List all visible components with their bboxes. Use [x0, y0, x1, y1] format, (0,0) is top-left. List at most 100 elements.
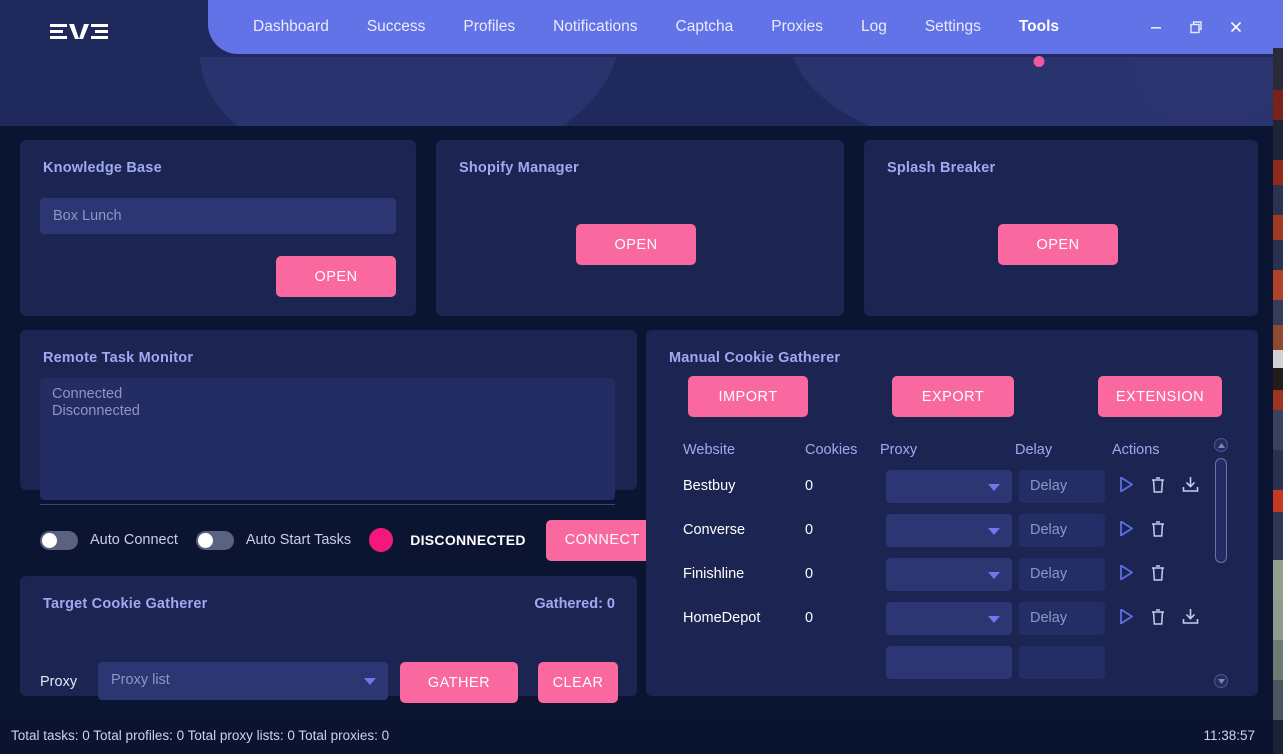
proxy-list-dropdown[interactable]: Proxy list: [98, 662, 388, 700]
nav-label: Tools: [1018, 18, 1060, 35]
header-hero-band: [0, 54, 1273, 126]
table-scrollbar[interactable]: [1212, 438, 1230, 688]
row-delay-input[interactable]: Delay: [1019, 470, 1105, 503]
status-bar: Total tasks: 0 Total profiles: 0 Total p…: [0, 718, 1273, 754]
table-row: [646, 645, 1258, 689]
toggle-knob: [42, 532, 57, 548]
main-navigation: Dashboard Success Profiles Notifications…: [208, 0, 1078, 67]
row-actions: [1116, 517, 1168, 539]
trash-icon[interactable]: [1148, 605, 1168, 627]
export-button[interactable]: EXPORT: [892, 376, 1014, 417]
row-delay-input[interactable]: Delay: [1019, 602, 1105, 635]
play-icon[interactable]: [1116, 561, 1136, 583]
auto-connect-label: Auto Connect: [90, 532, 178, 548]
remote-task-monitor-log[interactable]: Connected Disconnected: [40, 378, 615, 500]
table-row: Converse 0 Delay: [646, 513, 1258, 557]
minimize-icon: [1151, 27, 1161, 29]
clear-button[interactable]: CLEAR: [538, 662, 618, 703]
nav-label: Dashboard: [253, 18, 329, 35]
shopify-manager-open-button[interactable]: OPEN: [576, 224, 696, 265]
scroll-up-button[interactable]: [1214, 438, 1228, 452]
row-delay-input[interactable]: Delay: [1019, 558, 1105, 591]
play-icon[interactable]: [1116, 517, 1136, 539]
manual-cookie-gatherer-title: Manual Cookie Gatherer: [669, 350, 841, 366]
gather-button[interactable]: GATHER: [400, 662, 518, 703]
nav-label: Settings: [924, 18, 981, 35]
cell-website: Converse: [683, 522, 746, 538]
nav-label: Profiles: [463, 18, 516, 35]
cell-website: HomeDepot: [683, 610, 761, 626]
row-proxy-dropdown[interactable]: [886, 514, 1012, 547]
cell-website: Finishline: [683, 566, 745, 582]
auto-connect-toggle[interactable]: [40, 530, 78, 550]
knowledge-base-open-button[interactable]: OPEN: [276, 256, 396, 297]
connection-status-dot: [369, 528, 394, 552]
import-button[interactable]: IMPORT: [688, 376, 808, 417]
restore-icon: [1190, 21, 1202, 34]
column-header-cookies: Cookies: [805, 442, 858, 458]
proxy-label: Proxy: [40, 674, 78, 690]
auto-start-tasks-toggle[interactable]: [195, 530, 234, 550]
nav-item-tools[interactable]: Tools: [1000, 0, 1078, 67]
chevron-down-icon: [988, 483, 1000, 491]
cell-cookies: 0: [805, 522, 814, 538]
scrollbar-thumb[interactable]: [1215, 458, 1227, 563]
splash-breaker-title: Splash Breaker: [887, 160, 996, 176]
row-proxy-dropdown[interactable]: [886, 602, 1012, 635]
main-content: Knowledge Base OPEN Shopify Manager OPEN…: [0, 126, 1273, 718]
trash-icon[interactable]: [1148, 517, 1168, 539]
nav-item-settings[interactable]: Settings: [906, 0, 1000, 54]
row-proxy-dropdown[interactable]: [886, 470, 1012, 503]
knowledge-base-search-input[interactable]: [40, 198, 396, 234]
restore-button[interactable]: [1183, 14, 1209, 40]
nav-item-dashboard[interactable]: Dashboard: [234, 0, 348, 54]
column-header-delay: Delay: [1015, 442, 1053, 458]
app-window: Dashboard Success Profiles Notifications…: [0, 0, 1283, 754]
row-actions: [1116, 605, 1200, 627]
nav-item-log[interactable]: Log: [842, 0, 906, 54]
row-delay-input[interactable]: Delay: [1019, 514, 1105, 547]
nav-item-proxies[interactable]: Proxies: [752, 0, 842, 54]
chevron-down-icon: [364, 678, 376, 685]
splash-breaker-open-button[interactable]: OPEN: [998, 224, 1118, 265]
row-actions: [1116, 473, 1200, 495]
nav-item-success[interactable]: Success: [348, 0, 445, 54]
toggle-knob: [197, 532, 213, 548]
row-proxy-dropdown[interactable]: [886, 558, 1012, 591]
nav-item-captcha[interactable]: Captcha: [657, 0, 753, 54]
active-tab-indicator-dot: [1033, 56, 1045, 67]
knowledge-base-panel: Knowledge Base OPEN: [20, 140, 416, 316]
nav-label: Success: [366, 18, 426, 35]
nav-item-notifications[interactable]: Notifications: [534, 0, 656, 54]
extension-button[interactable]: EXTENSION: [1098, 376, 1222, 417]
remote-task-monitor-title: Remote Task Monitor: [43, 350, 194, 366]
nav-item-profiles[interactable]: Profiles: [444, 0, 534, 54]
close-button[interactable]: [1223, 14, 1249, 40]
knowledge-base-title: Knowledge Base: [43, 160, 162, 176]
minimize-button[interactable]: [1143, 14, 1169, 40]
row-proxy-dropdown[interactable]: [886, 646, 1012, 679]
table-row: Bestbuy 0 Delay: [646, 469, 1258, 513]
eve-logo-icon: [50, 24, 108, 39]
connect-button[interactable]: CONNECT: [545, 519, 659, 561]
scroll-down-button[interactable]: [1214, 674, 1228, 688]
cell-cookies: 0: [805, 610, 814, 626]
row-delay-input[interactable]: [1019, 646, 1105, 679]
download-icon[interactable]: [1180, 605, 1200, 627]
chevron-down-icon: [988, 571, 1000, 579]
play-icon[interactable]: [1116, 473, 1136, 495]
title-bar: Dashboard Success Profiles Notifications…: [0, 0, 1273, 67]
play-icon[interactable]: [1116, 605, 1136, 627]
trash-icon[interactable]: [1148, 561, 1168, 583]
target-cookie-gatherer-panel: Target Cookie Gatherer Gathered: 0 Proxy…: [20, 576, 637, 703]
nav-label: Log: [860, 18, 887, 35]
trash-icon[interactable]: [1148, 473, 1168, 495]
column-header-proxy: Proxy: [880, 442, 918, 458]
column-header-actions: Actions: [1112, 442, 1160, 458]
close-icon: [1230, 21, 1242, 33]
download-icon[interactable]: [1180, 473, 1200, 495]
divider: [40, 504, 615, 505]
table-row: Finishline 0 Delay: [646, 557, 1258, 601]
cookie-gatherer-table: Website Cookies Proxy Delay Actions Best…: [646, 442, 1258, 692]
decorative-wave-1: [200, 54, 620, 126]
